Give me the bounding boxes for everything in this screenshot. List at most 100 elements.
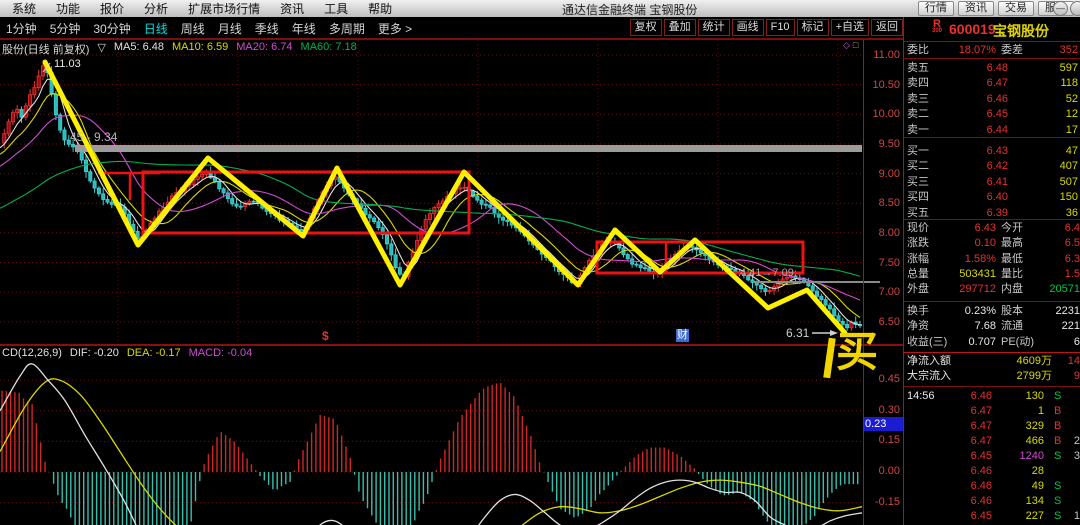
action-button-0[interactable]: 复权 — [630, 19, 662, 36]
macd-chart[interactable] — [0, 345, 903, 525]
bid-price: 6.41 — [954, 176, 1008, 189]
trade-price: 6.47 — [949, 420, 992, 433]
menu-item-6[interactable]: 工具 — [314, 0, 358, 17]
menu-bar: 系统功能报价分析扩展市场行情资讯工具帮助 通达信金融终端 宝钢股份 行情资讯交易… — [0, 0, 1080, 17]
ask-volume: 17 — [1014, 124, 1078, 137]
quote-row: 净资7.68流通221 — [904, 320, 1080, 333]
timeframe-5[interactable]: 月线 — [218, 20, 242, 37]
action-button-5[interactable]: 标记 — [797, 19, 829, 36]
price-axis-label: 9.50 — [863, 138, 900, 150]
timeframe-1[interactable]: 5分钟 — [50, 20, 81, 37]
trade-volume: 134 — [996, 495, 1044, 508]
timeframe-8[interactable]: 多周期 — [329, 20, 365, 37]
trade-time: 14:56 — [907, 390, 947, 403]
header-part: MA10: 6.59 — [172, 41, 228, 57]
action-button-2[interactable]: 统计 — [698, 19, 730, 36]
quote-row: 6.45227S1 — [904, 510, 1080, 523]
bid-label: 买三 — [907, 176, 941, 189]
stat-label: 现价 — [907, 222, 949, 235]
trade-price: 6.47 — [949, 435, 992, 448]
menu-item-4[interactable]: 扩展市场行情 — [178, 0, 270, 17]
diamond-icon[interactable]: ◇ — [843, 40, 853, 50]
action-button-4[interactable]: F10 — [766, 19, 795, 36]
app-window: 系统功能报价分析扩展市场行情资讯工具帮助 通达信金融终端 宝钢股份 行情资讯交易… — [0, 0, 1080, 525]
stat-value: 0.10 — [944, 237, 996, 250]
trade-count: 1 — [1062, 510, 1080, 523]
price-axis-label: 11.00 — [863, 49, 900, 61]
timeframe-7[interactable]: 年线 — [292, 20, 316, 37]
svg-text:6.31: 6.31 — [786, 326, 810, 340]
minimize-button[interactable]: — — [1053, 1, 1068, 16]
action-button-6[interactable]: +自选 — [831, 19, 869, 36]
ask-label: 卖五 — [907, 62, 941, 75]
menu-item-2[interactable]: 报价 — [90, 0, 134, 17]
chart-action-buttons: 复权叠加统计画线F10标记+自选返回 — [630, 19, 903, 36]
window-button-1[interactable]: 资讯 — [958, 1, 994, 16]
quote-row: 买四6.40150 — [904, 191, 1080, 204]
trade-count — [1062, 465, 1080, 478]
trade-time — [907, 420, 947, 433]
panel-divider — [904, 219, 1080, 220]
menu-item-7[interactable]: 帮助 — [358, 0, 402, 17]
window-button-0[interactable]: 行情 — [918, 1, 954, 16]
menu-item-3[interactable]: 分析 — [134, 0, 178, 17]
quote-row: 大宗流入2799万9 — [904, 370, 1080, 383]
trade-volume: 227 — [996, 510, 1044, 523]
action-button-3[interactable]: 画线 — [732, 19, 764, 36]
trade-volume: 130 — [996, 390, 1044, 403]
timeframe-4[interactable]: 周线 — [181, 20, 205, 37]
bid-price: 6.40 — [954, 191, 1008, 204]
stat-value: 1.58% — [944, 253, 996, 266]
trade-volume: 1240 — [996, 450, 1044, 463]
menu-item-0[interactable]: 系统 — [2, 0, 46, 17]
quote-row: 6.4649S — [904, 480, 1080, 493]
action-button-1[interactable]: 叠加 — [664, 19, 696, 36]
quote-row: 收益(三)0.707PE(动)6 — [904, 336, 1080, 349]
timeframe-3[interactable]: 日线 — [144, 20, 168, 37]
window-control-partial[interactable] — [1070, 1, 1080, 16]
trade-time — [907, 495, 947, 508]
box-icon[interactable]: □ — [853, 40, 861, 50]
chart-header: 股份(日线 前复权)▽MA5: 6.48MA10: 6.59MA20: 6.74… — [2, 41, 357, 57]
ask-label: 卖四 — [907, 77, 941, 90]
quote-row: 14:566.46130S — [904, 390, 1080, 403]
panel-divider — [904, 137, 1080, 138]
indicator-cai-icon[interactable]: 财 — [676, 329, 689, 342]
bid-volume: 507 — [1014, 176, 1078, 189]
action-button-7[interactable]: 返回 — [871, 19, 903, 36]
candlestick-chart[interactable]: 11.0345 - 9.344.41→7.096.31 — [0, 40, 903, 345]
quote-row: 卖四6.47118 — [904, 77, 1080, 90]
stat-value: 297712 — [944, 283, 996, 296]
panel-divider — [904, 352, 1080, 353]
menu-item-5[interactable]: 资讯 — [270, 0, 314, 17]
quote-row: 买三 6.41 507 — [904, 176, 1080, 189]
bid-volume: 150 — [1014, 191, 1078, 204]
ask-price: 6.46 — [954, 93, 1008, 106]
timeframe-2[interactable]: 30分钟 — [93, 20, 130, 37]
timeframe-9[interactable]: 更多 > — [378, 20, 412, 37]
timeframe-6[interactable]: 季线 — [255, 20, 279, 37]
bid-volume: 47 — [1014, 145, 1078, 158]
pane-icons: ◇□ — [843, 40, 861, 51]
ask-price: 6.45 — [954, 108, 1008, 121]
indicator-dollar-icon[interactable]: $ — [322, 329, 329, 343]
flow-value: 2799万 — [992, 370, 1052, 383]
timeframe-tabs: 1分钟 5分钟 30分钟日线周线月线季线年线多周期更多 > — [6, 20, 412, 37]
timeframe-0[interactable]: 1分钟 — [6, 20, 37, 37]
menu-item-1[interactable]: 功能 — [46, 0, 90, 17]
trade-price: 6.47 — [949, 405, 992, 418]
stat-value: 6.3 — [1028, 253, 1080, 266]
flow-tail: 9 — [1054, 370, 1080, 383]
trade-count: 3 — [1062, 450, 1080, 463]
stat-value: 0.23% — [944, 305, 996, 318]
stat-label: 外盘 — [907, 283, 949, 296]
trade-time — [907, 465, 947, 478]
price-axis-label: 10.50 — [863, 79, 900, 91]
window-button-2[interactable]: 交易 — [998, 1, 1034, 16]
bid-price: 6.42 — [954, 160, 1008, 173]
quote-row: 6.4628 — [904, 465, 1080, 478]
stat-value: 503431 — [944, 268, 996, 281]
quote-row: 买五6.3936 — [904, 207, 1080, 220]
ask-price: 6.48 — [954, 62, 1008, 75]
quote-row: 总量503431量比1.5 — [904, 268, 1080, 281]
